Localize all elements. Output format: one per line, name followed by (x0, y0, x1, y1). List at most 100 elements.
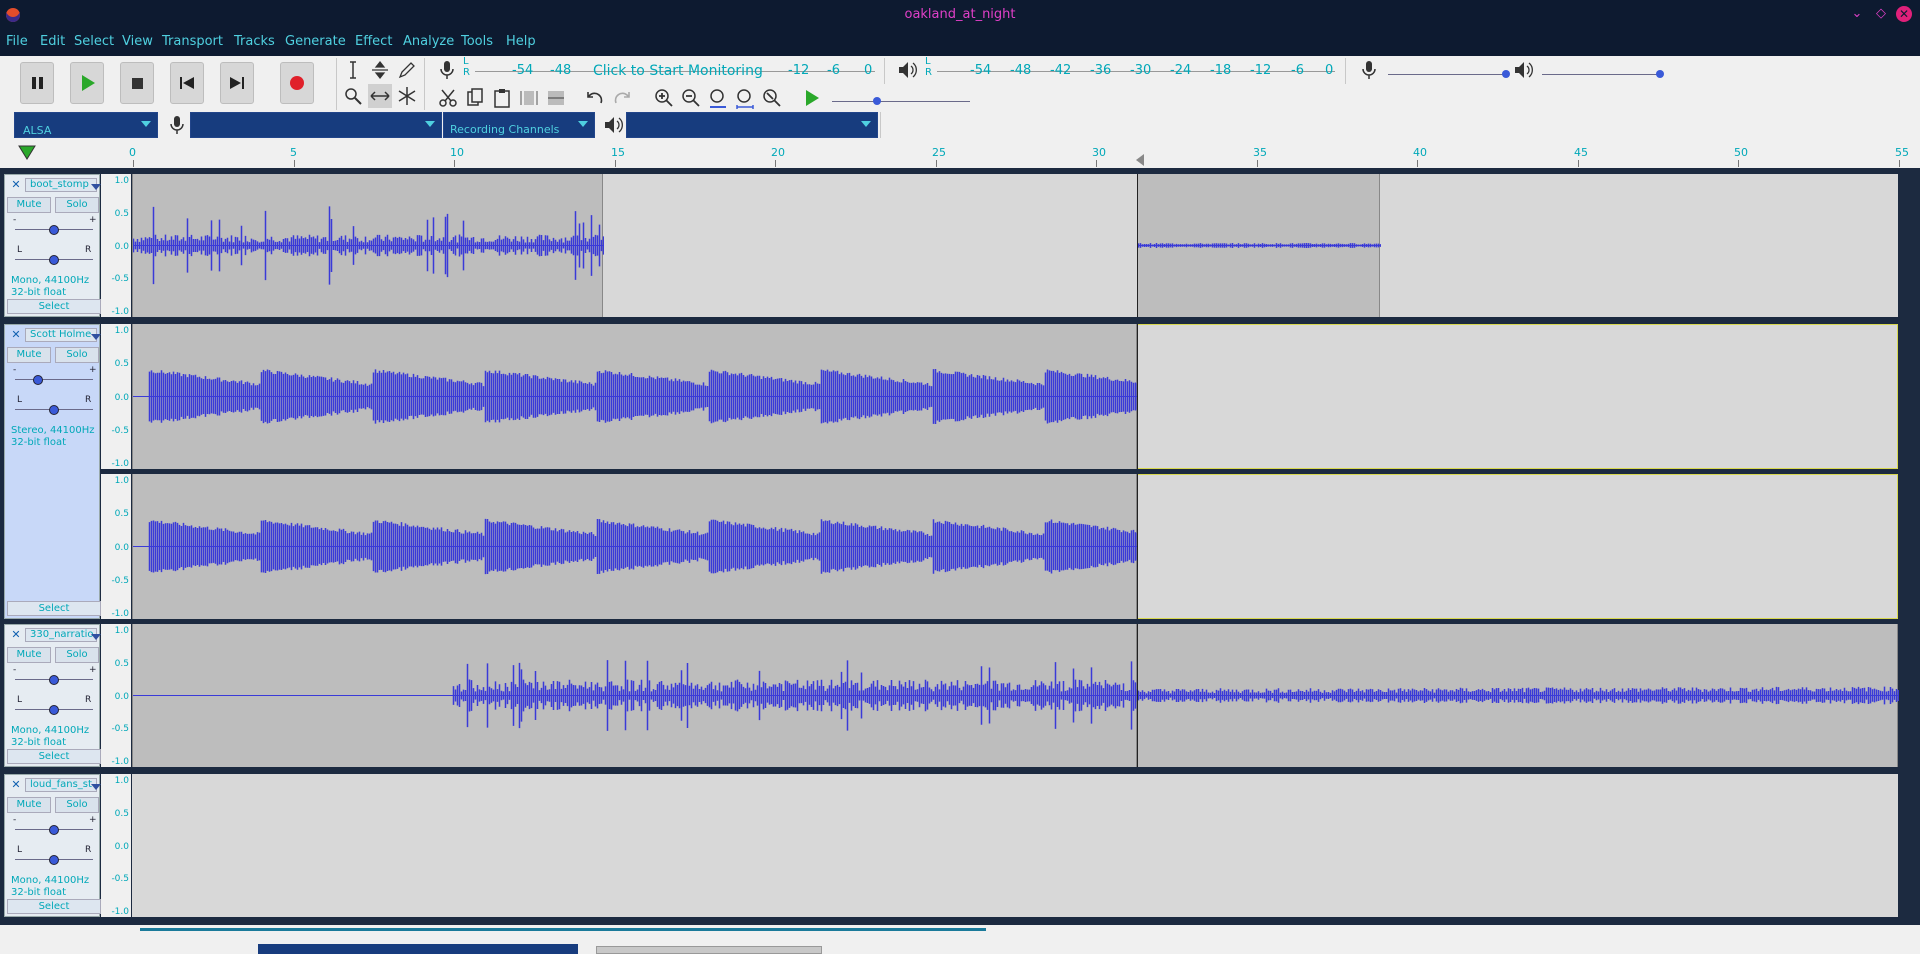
solo-button[interactable]: Solo (55, 347, 99, 363)
recording-volume-slider[interactable] (1388, 74, 1508, 75)
select-track-button[interactable]: Select (7, 899, 101, 914)
menu-analyze[interactable]: Analyze (403, 34, 454, 49)
select-track-button[interactable]: Select (7, 299, 101, 314)
zoom-tool[interactable] (341, 84, 365, 108)
audio-position-field[interactable] (596, 946, 822, 954)
maximize-button[interactable]: ◇ (1873, 6, 1889, 22)
audio-clip[interactable] (1137, 624, 1900, 767)
time-shift-tool[interactable] (368, 84, 392, 108)
close-track-button[interactable]: ✕ (9, 328, 23, 342)
gain-slider-knob[interactable] (49, 675, 59, 685)
menu-select[interactable]: Select (74, 34, 114, 49)
menu-transport[interactable]: Transport (162, 34, 223, 49)
mute-button[interactable]: Mute (7, 197, 51, 213)
silence-audio-button[interactable] (544, 86, 568, 110)
stop-button[interactable] (120, 62, 154, 104)
menu-tracks[interactable]: Tracks (234, 34, 275, 49)
vertical-scale-label: 1.0 (114, 776, 129, 786)
trim-audio-button[interactable] (517, 86, 541, 110)
zoom-in-button[interactable] (652, 86, 676, 110)
close-track-button[interactable]: ✕ (9, 178, 23, 192)
track-name-menu[interactable]: Scott Holme (25, 328, 97, 342)
gain-slider-knob[interactable] (49, 225, 59, 235)
close-track-button[interactable]: ✕ (9, 628, 23, 642)
menu-help[interactable]: Help (506, 34, 536, 49)
skip-to-end-button[interactable] (220, 62, 254, 104)
solo-button[interactable]: Solo (55, 797, 99, 813)
copy-button[interactable] (463, 86, 487, 110)
pan-slider-knob[interactable] (49, 405, 59, 415)
audio-clip[interactable] (1137, 174, 1382, 317)
pause-button[interactable] (20, 62, 54, 104)
skip-to-start-button[interactable] (170, 62, 204, 104)
menu-effect[interactable]: Effect (355, 34, 392, 49)
minimize-button[interactable]: ⌄ (1849, 6, 1865, 22)
timeline-ruler[interactable] (0, 142, 1920, 169)
close-window-button[interactable]: ✕ (1896, 6, 1912, 22)
menu-tools[interactable]: Tools (461, 34, 493, 49)
playback-meter-button[interactable] (895, 58, 919, 82)
vertical-scale[interactable]: 1.0 0.5 0.0 -0.5 -1.0 (101, 774, 131, 917)
horizontal-scrollbar[interactable] (140, 928, 986, 931)
fit-selection-button[interactable] (706, 86, 730, 110)
selection-toolbar-field[interactable] (258, 944, 578, 954)
track-name-menu[interactable]: loud_fans_st (25, 778, 97, 792)
timeline-options-button[interactable] (18, 145, 36, 165)
audio-clip[interactable] (132, 624, 1139, 767)
playback-volume-slider[interactable] (1542, 74, 1662, 75)
playback-device-select[interactable] (626, 112, 878, 138)
solo-button[interactable]: Solo (55, 647, 99, 663)
gain-slider-knob[interactable] (49, 825, 59, 835)
menu-generate[interactable]: Generate (285, 34, 346, 49)
play-at-speed-button[interactable] (800, 86, 824, 110)
selection-tool[interactable] (341, 58, 365, 82)
paste-button[interactable] (490, 86, 514, 110)
gain-slider-knob[interactable] (33, 375, 43, 385)
monitor-label[interactable]: Click to Start Monitoring (593, 63, 763, 79)
envelope-tool[interactable] (368, 58, 392, 82)
audio-clip[interactable] (132, 324, 1139, 469)
mute-button[interactable]: Mute (7, 647, 51, 663)
playback-volume-knob[interactable] (1656, 70, 1664, 78)
play-head-marker[interactable] (1136, 154, 1144, 166)
pan-slider-knob[interactable] (49, 855, 59, 865)
record-button[interactable] (280, 62, 314, 104)
menu-edit[interactable]: Edit (40, 34, 65, 49)
track-name-menu[interactable]: boot_stomp (25, 178, 97, 192)
mute-button[interactable]: Mute (7, 797, 51, 813)
draw-tool[interactable] (395, 58, 419, 82)
record-meter-button[interactable] (435, 58, 459, 82)
pan-slider-knob[interactable] (49, 255, 59, 265)
zoom-out-button[interactable] (679, 86, 703, 110)
redo-button[interactable] (610, 86, 634, 110)
play-speed-knob[interactable] (873, 97, 881, 105)
solo-button[interactable]: Solo (55, 197, 99, 213)
recording-volume-knob[interactable] (1502, 70, 1510, 78)
pan-slider-knob[interactable] (49, 705, 59, 715)
waveform-lane[interactable] (132, 774, 1898, 917)
menu-view[interactable]: View (122, 34, 153, 49)
play-speed-slider[interactable] (832, 101, 970, 102)
audio-host-select[interactable]: ALSA (14, 112, 158, 138)
fit-project-button[interactable] (733, 86, 757, 110)
vertical-scale[interactable]: 1.0 0.5 0.0 -0.5 -1.0 (101, 324, 131, 469)
audio-clip[interactable] (132, 474, 1139, 619)
cut-button[interactable] (436, 86, 460, 110)
mute-button[interactable]: Mute (7, 347, 51, 363)
gain-slider[interactable] (15, 379, 93, 380)
menu-file[interactable]: File (6, 34, 28, 49)
multi-tool[interactable] (395, 84, 419, 108)
vertical-scale[interactable]: 1.0 0.5 0.0 -0.5 -1.0 (101, 624, 131, 767)
close-track-button[interactable]: ✕ (9, 778, 23, 792)
undo-button[interactable] (583, 86, 607, 110)
recording-channels-select[interactable]: Recording Channels (443, 112, 595, 138)
audio-clip[interactable] (132, 174, 605, 317)
recording-device-select[interactable] (190, 112, 442, 138)
select-track-button[interactable]: Select (7, 749, 101, 764)
select-track-button[interactable]: Select (7, 601, 101, 616)
vertical-scale[interactable]: 1.0 0.5 0.0 -0.5 -1.0 (101, 174, 131, 317)
track-name-menu[interactable]: 330_narratio (25, 628, 97, 642)
zoom-toggle-button[interactable] (760, 86, 784, 110)
play-button[interactable] (70, 62, 104, 104)
vertical-scale[interactable]: 1.0 0.5 0.0 -0.5 -1.0 (101, 474, 131, 619)
